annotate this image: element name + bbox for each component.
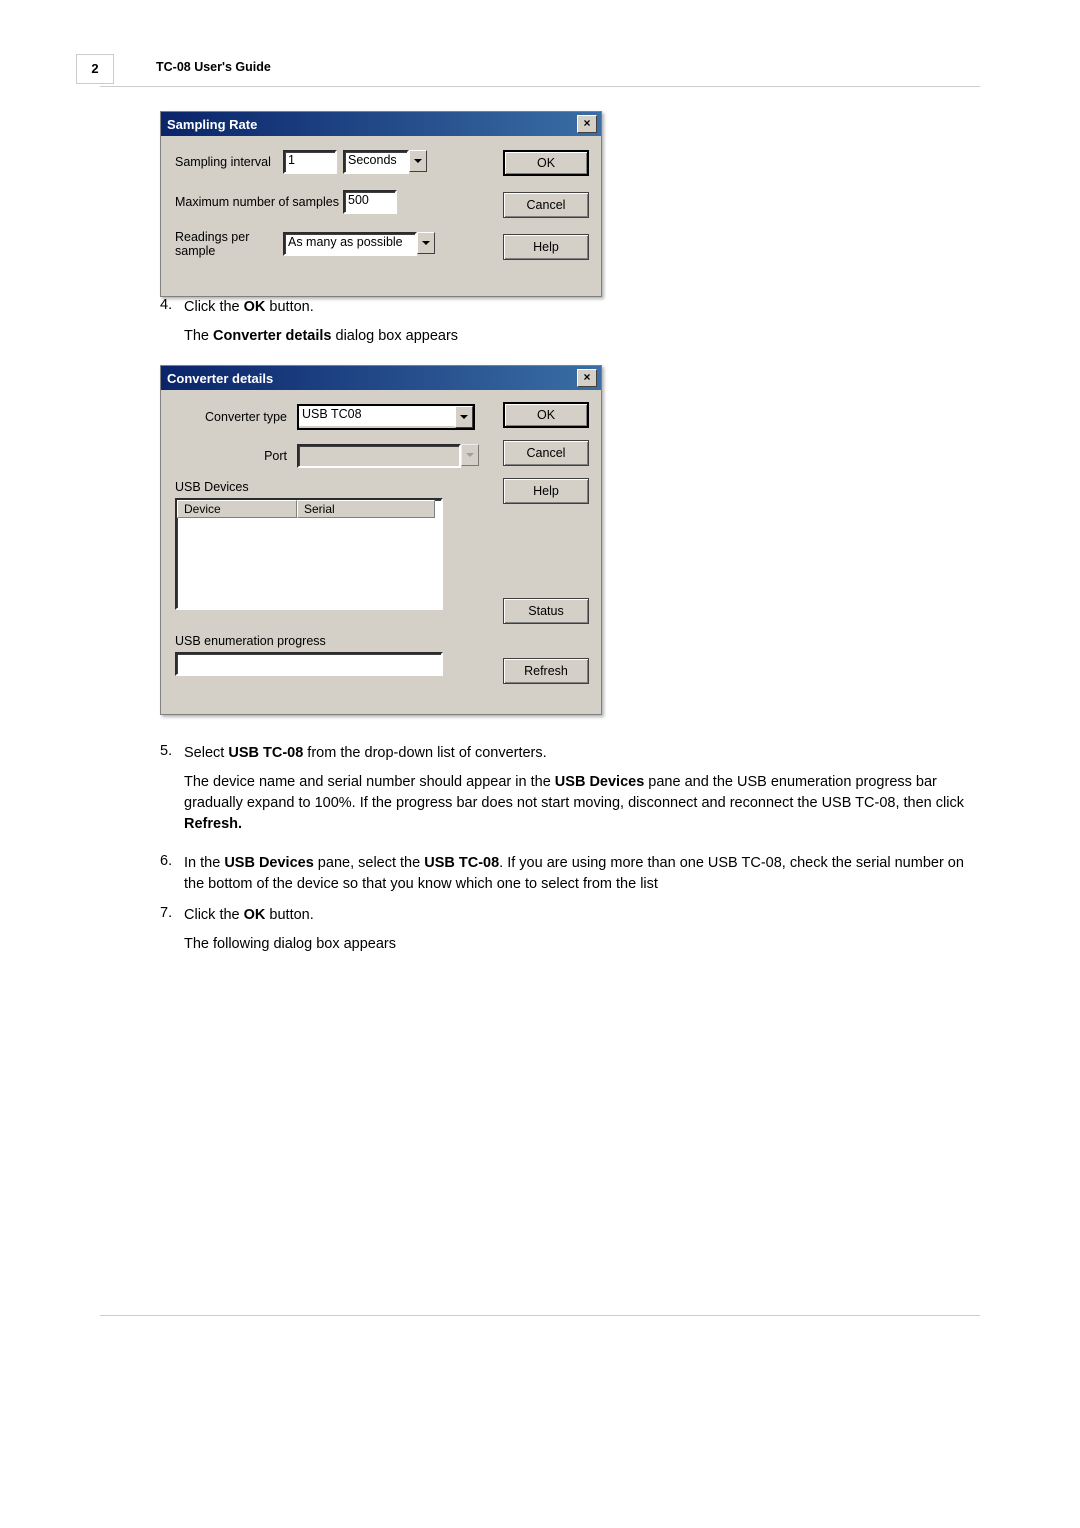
chevron-down-icon[interactable] — [455, 406, 473, 428]
step-5-paragraph: The device name and serial number should… — [184, 772, 980, 835]
header-title: TC-08 User's Guide — [156, 60, 271, 74]
step-6: 6. In the USB Devices pane, select the U… — [160, 853, 980, 895]
refresh-button[interactable]: Refresh — [503, 658, 589, 684]
status-button[interactable]: Status — [503, 598, 589, 624]
ok-button[interactable]: OK — [503, 150, 589, 176]
chevron-down-icon[interactable] — [417, 232, 435, 254]
close-icon[interactable]: × — [577, 369, 597, 387]
dialog-titlebar: Converter details × — [161, 366, 601, 390]
sampling-interval-unit[interactable]: Seconds — [343, 150, 409, 174]
ok-button[interactable]: OK — [503, 402, 589, 428]
readings-per-sample-select[interactable]: As many as possible — [283, 232, 417, 256]
cancel-button[interactable]: Cancel — [503, 192, 589, 218]
chevron-down-icon — [461, 444, 479, 466]
max-samples-input[interactable]: 500 — [343, 190, 397, 214]
usb-progress-label: USB enumeration progress — [175, 634, 589, 648]
step-7: 7. Click the OK button. — [160, 905, 980, 926]
chevron-down-icon[interactable] — [409, 150, 427, 172]
footer-divider — [100, 1315, 980, 1316]
converter-type-select[interactable]: USB TC08 — [299, 406, 455, 426]
step-5: 5. Select USB TC-08 from the drop-down l… — [160, 743, 980, 764]
dialog-title: Converter details — [167, 371, 273, 386]
dialog-title: Sampling Rate — [167, 117, 257, 132]
usb-progress-bar — [175, 652, 443, 676]
port-select — [297, 444, 461, 468]
page-number: 2 — [76, 54, 114, 84]
cancel-button[interactable]: Cancel — [503, 440, 589, 466]
step-4: 4. Click the OK button. — [160, 297, 980, 318]
column-serial[interactable]: Serial — [297, 500, 435, 518]
converter-details-dialog: Converter details × OK Cancel Help Statu… — [160, 365, 602, 715]
column-device[interactable]: Device — [177, 500, 297, 518]
sampling-interval-input[interactable]: 1 — [283, 150, 337, 174]
help-button[interactable]: Help — [503, 234, 589, 260]
dialog-titlebar: Sampling Rate × — [161, 112, 601, 136]
readings-per-sample-label: Readings persample — [175, 230, 283, 259]
sampling-interval-label: Sampling interval — [175, 155, 283, 169]
port-label: Port — [175, 449, 297, 463]
help-button[interactable]: Help — [503, 478, 589, 504]
max-samples-label: Maximum number of samples — [175, 195, 343, 209]
converter-type-label: Converter type — [175, 410, 297, 424]
sampling-rate-dialog: Sampling Rate × OK Cancel Help Sampling … — [160, 111, 602, 297]
page-header: 2 TC-08 User's Guide — [100, 60, 980, 87]
close-icon[interactable]: × — [577, 115, 597, 133]
usb-devices-list[interactable]: Device Serial — [175, 498, 443, 610]
step-4-followup: The Converter details dialog box appears — [184, 326, 980, 347]
step-7-followup: The following dialog box appears — [184, 934, 980, 955]
